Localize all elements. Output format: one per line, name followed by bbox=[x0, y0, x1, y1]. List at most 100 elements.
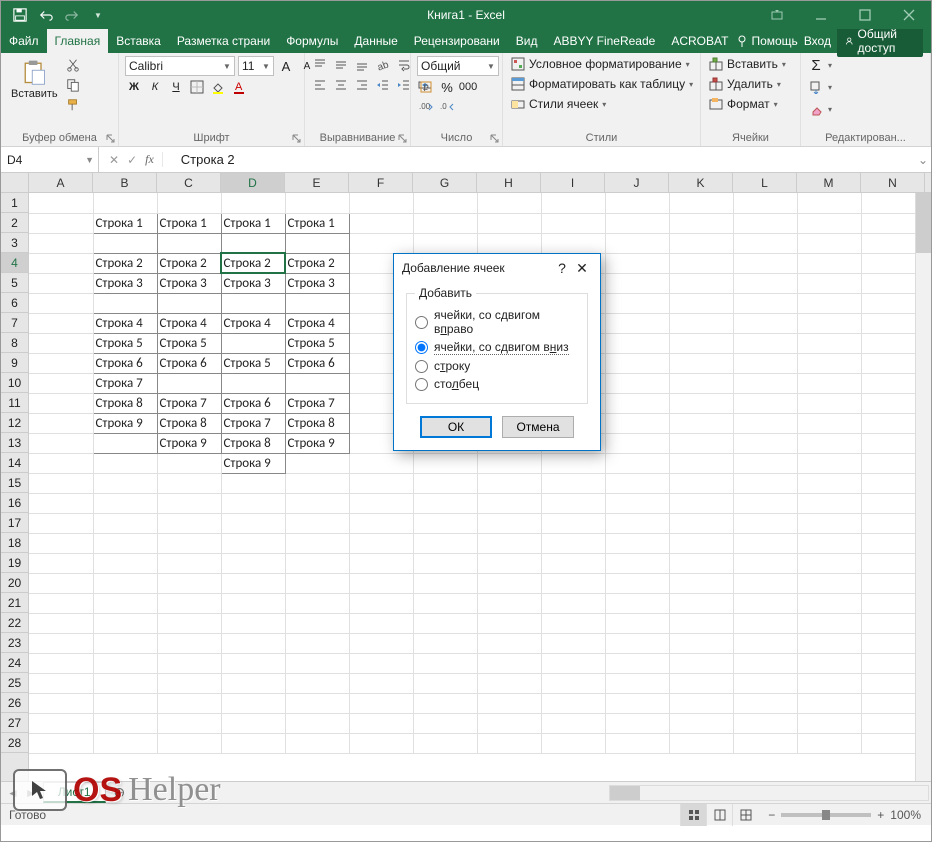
cell[interactable]: Строка 4 bbox=[157, 313, 221, 333]
cell[interactable] bbox=[541, 193, 605, 213]
cell[interactable]: Строка 7 bbox=[93, 373, 157, 393]
cell[interactable] bbox=[477, 733, 541, 753]
row-header[interactable]: 13 bbox=[1, 433, 28, 453]
row-header[interactable]: 9 bbox=[1, 353, 28, 373]
cell[interactable] bbox=[797, 713, 861, 733]
cell[interactable] bbox=[157, 533, 221, 553]
cell[interactable] bbox=[797, 293, 861, 313]
cell[interactable] bbox=[477, 213, 541, 233]
column-header[interactable]: K bbox=[669, 173, 733, 192]
cell[interactable] bbox=[733, 653, 797, 673]
cell[interactable] bbox=[477, 233, 541, 253]
cell[interactable]: Строка 1 bbox=[221, 213, 285, 233]
cell[interactable] bbox=[797, 193, 861, 213]
cell[interactable] bbox=[349, 653, 413, 673]
cell[interactable] bbox=[541, 233, 605, 253]
cell[interactable] bbox=[349, 453, 413, 473]
horizontal-scrollbar[interactable] bbox=[609, 785, 929, 801]
cell[interactable] bbox=[157, 493, 221, 513]
underline-button[interactable]: Ч bbox=[167, 78, 185, 96]
cell[interactable] bbox=[285, 533, 349, 553]
cell[interactable] bbox=[669, 213, 733, 233]
cell[interactable] bbox=[349, 633, 413, 653]
fill-color-icon[interactable] bbox=[209, 78, 227, 96]
cell[interactable] bbox=[413, 193, 477, 213]
font-size-combo[interactable]: 11▼ bbox=[238, 56, 274, 76]
cell[interactable] bbox=[797, 673, 861, 693]
cell[interactable] bbox=[285, 713, 349, 733]
ribbon-tab[interactable]: Файл bbox=[1, 29, 47, 53]
cell[interactable]: Строка 8 bbox=[93, 393, 157, 413]
maximize-icon[interactable] bbox=[843, 1, 887, 29]
cell[interactable] bbox=[733, 693, 797, 713]
cell[interactable] bbox=[733, 273, 797, 293]
cell[interactable]: Строка 2 bbox=[157, 253, 221, 273]
cell[interactable] bbox=[285, 693, 349, 713]
cell[interactable]: Строка 8 bbox=[221, 433, 285, 453]
cell[interactable] bbox=[93, 553, 157, 573]
zoom-level[interactable]: 100% bbox=[890, 808, 921, 822]
cell[interactable]: Строка 3 bbox=[285, 273, 349, 293]
cell[interactable] bbox=[157, 553, 221, 573]
dialog-close-icon[interactable]: ✕ bbox=[572, 260, 592, 277]
cell[interactable] bbox=[541, 673, 605, 693]
cell[interactable] bbox=[797, 633, 861, 653]
cell[interactable] bbox=[413, 553, 477, 573]
cell[interactable] bbox=[669, 613, 733, 633]
cell[interactable]: Строка 9 bbox=[157, 433, 221, 453]
cell[interactable] bbox=[797, 533, 861, 553]
cell[interactable] bbox=[605, 573, 669, 593]
column-header[interactable]: I bbox=[541, 173, 605, 192]
cell[interactable] bbox=[605, 473, 669, 493]
bold-button[interactable]: Ж bbox=[125, 78, 143, 96]
cell[interactable] bbox=[285, 593, 349, 613]
cell[interactable] bbox=[797, 333, 861, 353]
cell[interactable] bbox=[541, 573, 605, 593]
cell[interactable] bbox=[669, 413, 733, 433]
row-header[interactable]: 22 bbox=[1, 613, 28, 633]
expand-formula-bar-icon[interactable]: ⌄ bbox=[915, 153, 931, 167]
format-painter-icon[interactable] bbox=[64, 96, 82, 114]
cell[interactable] bbox=[413, 613, 477, 633]
cell[interactable] bbox=[733, 633, 797, 653]
column-header[interactable]: L bbox=[733, 173, 797, 192]
decrease-indent-icon[interactable] bbox=[374, 76, 392, 94]
cancel-formula-icon[interactable]: ✕ bbox=[109, 153, 119, 167]
cell[interactable] bbox=[605, 733, 669, 753]
italic-button[interactable]: К bbox=[146, 78, 164, 96]
row-header[interactable]: 14 bbox=[1, 453, 28, 473]
row-header[interactable]: 12 bbox=[1, 413, 28, 433]
cell[interactable]: Строка 9 bbox=[285, 433, 349, 453]
redo-icon[interactable] bbox=[63, 6, 81, 24]
cell[interactable] bbox=[285, 233, 349, 253]
cell[interactable] bbox=[733, 453, 797, 473]
cell[interactable] bbox=[29, 653, 93, 673]
enter-formula-icon[interactable]: ✓ bbox=[127, 153, 137, 167]
cell[interactable] bbox=[669, 653, 733, 673]
formula-input[interactable]: Строка 2 bbox=[173, 152, 915, 167]
cell[interactable] bbox=[29, 693, 93, 713]
cell[interactable]: Строка 6 bbox=[157, 353, 221, 373]
cell[interactable] bbox=[797, 453, 861, 473]
cell[interactable] bbox=[29, 713, 93, 733]
cell[interactable] bbox=[605, 433, 669, 453]
cell[interactable] bbox=[221, 193, 285, 213]
align-left-icon[interactable] bbox=[311, 76, 329, 94]
cell[interactable] bbox=[669, 733, 733, 753]
cell[interactable] bbox=[157, 733, 221, 753]
cell-styles-button[interactable]: Стили ячеек▾ bbox=[509, 96, 608, 112]
cell[interactable] bbox=[733, 253, 797, 273]
cell[interactable] bbox=[413, 633, 477, 653]
column-header[interactable]: G bbox=[413, 173, 477, 192]
delete-cells-button[interactable]: Удалить▾ bbox=[707, 76, 783, 92]
cell[interactable] bbox=[349, 493, 413, 513]
row-header[interactable]: 19 bbox=[1, 553, 28, 573]
cell[interactable] bbox=[605, 313, 669, 333]
cell[interactable] bbox=[797, 233, 861, 253]
cell[interactable] bbox=[285, 633, 349, 653]
cell[interactable]: Строка 7 bbox=[285, 393, 349, 413]
row-header[interactable]: 7 bbox=[1, 313, 28, 333]
cell[interactable] bbox=[733, 233, 797, 253]
cell[interactable] bbox=[413, 713, 477, 733]
dialog-launcher-icon[interactable] bbox=[106, 134, 116, 144]
